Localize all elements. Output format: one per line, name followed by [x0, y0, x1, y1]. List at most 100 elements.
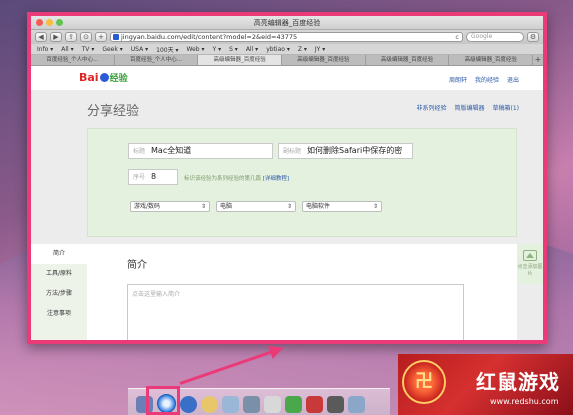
system-prefs-icon[interactable]	[348, 396, 365, 413]
category-select-3[interactable]: 电脑软件 ⇕	[302, 201, 382, 212]
window-title: 高亮编辑器_百度经验	[253, 19, 321, 27]
subtitle-field[interactable]: 副标题 如何删除Safari中保存的密	[278, 143, 413, 159]
site-watermark: 卍 红鼠游戏 www.redshu.com	[398, 354, 573, 415]
address-bar[interactable]: jingyan.baidu.com/edit/content?model=2&e…	[110, 32, 463, 42]
category-1-value: 游戏/数码	[134, 203, 161, 210]
title-field[interactable]: 标题 Mac全知道	[128, 143, 273, 159]
category-select-1[interactable]: 游戏/数码 ⇕	[130, 201, 210, 212]
calendar-icon[interactable]	[264, 396, 281, 413]
my-experience-link[interactable]: 我的经验	[475, 75, 499, 84]
editor-links: 非系列经验 简版编辑器 草稿箱(1)	[416, 103, 519, 112]
simple-editor-link[interactable]: 简版编辑器	[454, 103, 484, 112]
browser-tab[interactable]: 高级编辑器_百度经验	[282, 55, 366, 65]
reader-button[interactable]: ⊙	[80, 32, 92, 42]
address-text: jingyan.baidu.com/edit/content?model=2&e…	[121, 33, 298, 41]
bookmark-item[interactable]: Info ▾	[37, 46, 53, 53]
dropdown-arrow-icon: ⇕	[200, 203, 206, 210]
bookmark-item[interactable]: Z ▾	[298, 46, 307, 53]
settings-gear-button[interactable]: ⚙	[527, 32, 539, 42]
bookmark-item[interactable]: 100天 ▾	[156, 45, 178, 54]
title-bar: 高亮编辑器_百度经验	[31, 16, 543, 30]
intro-textarea[interactable]: 点击这里输入简介	[127, 284, 464, 340]
page-title: 分享经验	[87, 104, 140, 119]
logo-suffix: 经验	[109, 74, 128, 84]
app-store-icon[interactable]	[180, 396, 197, 413]
add-image-label: 点击添加图片	[517, 264, 543, 277]
logout-link[interactable]: 退出	[507, 75, 519, 84]
minimize-window-button[interactable]	[46, 19, 53, 26]
page-head: 分享经验 非系列经验 简版编辑器 草稿箱(1)	[31, 90, 543, 128]
non-series-link[interactable]: 非系列经验	[416, 103, 446, 112]
site-favicon-icon	[113, 34, 119, 40]
bookmark-item[interactable]: JY ▾	[315, 46, 325, 53]
tutorial-link[interactable]: [详细教程]	[263, 176, 289, 182]
browser-tab[interactable]: 高级编辑器_百度经验	[366, 55, 450, 65]
add-image-panel[interactable]: 点击添加图片	[517, 244, 543, 284]
category-2-value: 电脑	[220, 203, 233, 210]
browser-toolbar: ◀ ▶ ⇪ ⊙ + jingyan.baidu.com/edit/content…	[31, 30, 543, 44]
share-button[interactable]: ⇪	[65, 32, 77, 42]
browser-tab[interactable]: 百度经验_个人中心...	[31, 55, 115, 65]
watermark-logo: 卍	[402, 360, 446, 404]
back-button[interactable]: ◀	[35, 32, 47, 42]
new-tab-button[interactable]: +	[533, 55, 543, 65]
zoom-window-button[interactable]	[56, 19, 63, 26]
username-link[interactable]: 周朗轩	[449, 75, 467, 84]
user-links: 周朗轩 我的经验 退出	[449, 75, 519, 84]
itunes-icon[interactable]	[306, 396, 323, 413]
nav-item-steps[interactable]: 方法/步骤	[31, 284, 87, 304]
bookmark-item[interactable]: All ▾	[246, 46, 258, 53]
bookmark-item[interactable]: Web ▾	[187, 46, 205, 53]
serial-tip: 标识该经验为系列经验的第几篇 [详细教程]	[184, 174, 289, 182]
serial-value: 8	[151, 172, 157, 181]
intro-heading: 简介	[127, 260, 147, 271]
category-3-value: 电脑软件	[306, 203, 331, 210]
serial-tip-text: 标识该经验为系列经验的第几篇	[184, 176, 262, 182]
bookmark-item[interactable]: All ▾	[61, 46, 73, 53]
section-nav: 简介 工具/原料 方法/步骤 注意事项	[31, 244, 87, 340]
baidu-logo[interactable]: Bai 经验	[79, 71, 128, 84]
serial-label: 序号	[133, 174, 146, 181]
article-form: 标题 Mac全知道 副标题 如何删除Safari中保存的密 序号 8 标识该经验为系列…	[87, 128, 517, 237]
tab-bar: 百度经验_个人中心... 百度经验_个人中心... 高级编辑器_百度经验 高级编…	[31, 55, 543, 66]
photo-icon[interactable]	[201, 396, 218, 413]
bookmark-item[interactable]: Y ▾	[213, 46, 222, 53]
drafts-link[interactable]: 草稿箱(1)	[493, 103, 520, 112]
bookmark-item[interactable]: S ▾	[229, 46, 238, 53]
search-field[interactable]: Google	[466, 32, 524, 42]
preview-icon[interactable]	[243, 396, 260, 413]
logo-text: Bai	[79, 71, 99, 84]
browser-tab[interactable]: 百度经验_个人中心...	[115, 55, 199, 65]
category-select-2[interactable]: 电脑 ⇕	[216, 201, 296, 212]
mail-icon[interactable]	[222, 396, 239, 413]
serial-number-field[interactable]: 序号 8	[128, 169, 178, 185]
subtitle-value: 如何删除Safari中保存的密	[307, 146, 403, 155]
nav-item-tools[interactable]: 工具/原料	[31, 264, 87, 284]
editor-main: 简介 点击这里输入简介	[87, 244, 517, 340]
nav-item-notes[interactable]: 注意事项	[31, 304, 87, 324]
subtitle-label: 副标题	[283, 148, 302, 155]
safari-window: 高亮编辑器_百度经验 ◀ ▶ ⇪ ⊙ + jingyan.baidu.com/e…	[27, 12, 547, 344]
image-icon	[523, 250, 537, 261]
bookmark-item[interactable]: TV ▾	[82, 46, 95, 53]
title-label: 标题	[133, 148, 146, 155]
window-controls	[36, 19, 63, 26]
dropdown-arrow-icon: ⇕	[372, 203, 378, 210]
bookmark-item[interactable]: USA ▾	[131, 46, 148, 53]
messages-icon[interactable]	[285, 396, 302, 413]
terminal-icon[interactable]	[327, 396, 344, 413]
reload-icon[interactable]: c	[455, 33, 459, 41]
title-value: Mac全知道	[151, 146, 192, 155]
browser-tab-active[interactable]: 高级编辑器_百度经验	[198, 55, 283, 65]
safari-highlight-box	[146, 386, 180, 415]
close-window-button[interactable]	[36, 19, 43, 26]
site-header: Bai 经验 周朗轩 我的经验 退出	[31, 66, 543, 90]
watermark-url: www.redshu.com	[490, 397, 559, 406]
browser-tab[interactable]: 高级编辑器_百度经验	[449, 55, 534, 65]
nav-item-intro[interactable]: 简介	[31, 244, 87, 264]
add-bookmark-button[interactable]: +	[95, 32, 107, 42]
bookmark-item[interactable]: ybtiao ▾	[266, 46, 290, 53]
web-page: Bai 经验 周朗轩 我的经验 退出 分享经验 非系列经验 简版编辑器 草稿箱(1…	[31, 66, 543, 340]
forward-button[interactable]: ▶	[50, 32, 62, 42]
bookmark-item[interactable]: Geek ▾	[102, 46, 122, 53]
